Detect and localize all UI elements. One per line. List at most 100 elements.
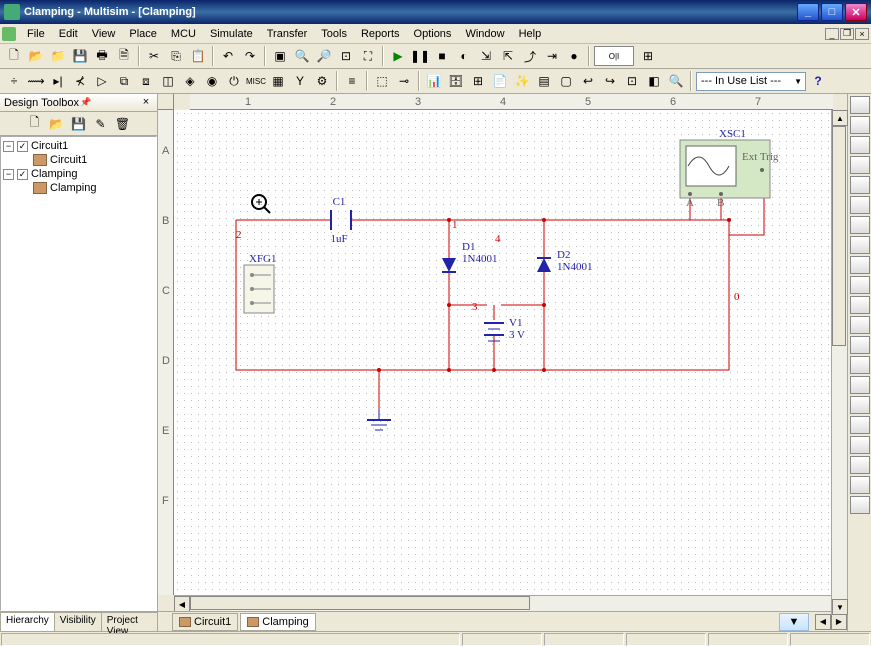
- breadboard-button[interactable]: ▤: [534, 71, 554, 91]
- full-screen-button[interactable]: ▣: [270, 46, 290, 66]
- place-misc-button[interactable]: MISC: [246, 71, 266, 91]
- new-button[interactable]: 🗋: [4, 46, 24, 66]
- place-bus-button[interactable]: ≡: [342, 71, 362, 91]
- mdi-close-button[interactable]: ×: [855, 28, 869, 40]
- save-design-button[interactable]: 💾: [69, 114, 89, 134]
- tree-node-circuit1-child[interactable]: Circuit1: [3, 153, 154, 167]
- run-button[interactable]: ▶: [388, 46, 408, 66]
- component-d2[interactable]: D2 1N4001: [537, 249, 592, 273]
- menu-place[interactable]: Place: [122, 26, 164, 42]
- tab-project-view[interactable]: Project View: [101, 612, 158, 631]
- mdi-minimize-button[interactable]: _: [825, 28, 839, 40]
- rename-button[interactable]: ✎: [91, 114, 111, 134]
- menu-tools[interactable]: Tools: [314, 26, 354, 42]
- stop-button[interactable]: ■: [432, 46, 452, 66]
- mdi-restore-button[interactable]: ❐: [840, 28, 854, 40]
- schematic-canvas[interactable]: C1 1uF D1 1N4001 D2 1: [174, 110, 847, 595]
- menu-mcu[interactable]: MCU: [164, 26, 203, 42]
- current-probe-button[interactable]: [850, 496, 870, 514]
- mcu-button[interactable]: ▢: [556, 71, 576, 91]
- place-connector-button[interactable]: ⊸: [394, 71, 414, 91]
- new-schematic-button[interactable]: 🗋: [25, 114, 45, 134]
- elvis-button[interactable]: ⊡: [622, 71, 642, 91]
- scroll-down-button[interactable]: ▼: [832, 599, 848, 615]
- place-electromech-button[interactable]: ⚙: [312, 71, 332, 91]
- simulation-switch[interactable]: O|I: [594, 46, 634, 66]
- window-minimize-button[interactable]: _: [797, 3, 819, 21]
- scroll-tabs-button[interactable]: ▼: [779, 613, 809, 631]
- distortion-analyzer-button[interactable]: [850, 316, 870, 334]
- zoom-out-button[interactable]: 🔎: [314, 46, 334, 66]
- menu-options[interactable]: Options: [407, 26, 459, 42]
- pin-icon[interactable]: 📌: [79, 97, 93, 108]
- tree-node-clamping-child[interactable]: Clamping: [3, 181, 154, 195]
- place-analog-button[interactable]: ▷: [92, 71, 112, 91]
- spreadsheet-button[interactable]: ⊞: [468, 71, 488, 91]
- place-indicator-button[interactable]: ◉: [202, 71, 222, 91]
- grapher-button[interactable]: 📊: [424, 71, 444, 91]
- circuit-schematic[interactable]: C1 1uF D1 1N4001 D2 1: [174, 110, 847, 590]
- agilent-multimeter-button[interactable]: [850, 396, 870, 414]
- save-button[interactable]: 💾: [70, 46, 90, 66]
- spectrum-analyzer-button[interactable]: [850, 336, 870, 354]
- scroll-up-button[interactable]: ▲: [832, 110, 848, 126]
- back-annotate-button[interactable]: ↩: [578, 71, 598, 91]
- tree-node-circuit1[interactable]: − ✓ Circuit1: [3, 139, 154, 153]
- place-misc-digital-button[interactable]: ◫: [158, 71, 178, 91]
- place-power-button[interactable]: ⏻: [224, 71, 244, 91]
- place-cmos-button[interactable]: ⧈: [136, 71, 156, 91]
- doctab-circuit1[interactable]: Circuit1: [172, 613, 238, 631]
- window-maximize-button[interactable]: □: [821, 3, 843, 21]
- place-transistor-button[interactable]: ⊀: [70, 71, 90, 91]
- expand-icon[interactable]: −: [3, 141, 14, 152]
- multimeter-button[interactable]: [850, 96, 870, 114]
- tree-node-clamping[interactable]: − ✓ Clamping: [3, 167, 154, 181]
- database-button[interactable]: 🗄: [446, 71, 466, 91]
- circuit-wizard-button[interactable]: ✨: [512, 71, 532, 91]
- place-source-button[interactable]: ÷: [4, 71, 24, 91]
- resize-grip[interactable]: [790, 633, 870, 646]
- menu-reports[interactable]: Reports: [354, 26, 407, 42]
- undo-button[interactable]: ↶: [218, 46, 238, 66]
- help-button[interactable]: ?: [808, 71, 828, 91]
- copy-button[interactable]: ⎘: [166, 46, 186, 66]
- component-xfg1[interactable]: XFG1: [244, 253, 277, 313]
- frequency-counter-button[interactable]: [850, 216, 870, 234]
- scroll-left-button[interactable]: ◀: [174, 596, 190, 612]
- expand-icon[interactable]: −: [3, 169, 14, 180]
- paste-button[interactable]: 📋: [188, 46, 208, 66]
- place-basic-button[interactable]: ⟿: [26, 71, 46, 91]
- zoom-in-button[interactable]: 🔍: [292, 46, 312, 66]
- design-tree[interactable]: − ✓ Circuit1 Circuit1 − ✓ Clamping Clamp…: [0, 136, 157, 611]
- netlist-button[interactable]: 📄: [490, 71, 510, 91]
- tab-hierarchy[interactable]: Hierarchy: [0, 612, 55, 631]
- open-button[interactable]: 📂: [26, 46, 46, 66]
- cut-button[interactable]: ✂: [144, 46, 164, 66]
- labview-button[interactable]: ◧: [644, 71, 664, 91]
- component-ground[interactable]: [367, 410, 391, 430]
- menu-simulate[interactable]: Simulate: [203, 26, 260, 42]
- hierarchical-block-button[interactable]: ⬚: [372, 71, 392, 91]
- tektronix-scope-button[interactable]: [850, 436, 870, 454]
- doctab-clamping[interactable]: Clamping: [240, 613, 315, 631]
- labview-instrument-button[interactable]: [850, 456, 870, 474]
- network-analyzer-button[interactable]: [850, 356, 870, 374]
- place-advanced-button[interactable]: ▦: [268, 71, 288, 91]
- place-mixed-button[interactable]: ◈: [180, 71, 200, 91]
- logic-converter-button[interactable]: [850, 276, 870, 294]
- menu-help[interactable]: Help: [512, 26, 549, 42]
- window-close-button[interactable]: ✕: [845, 3, 867, 21]
- step-into-button[interactable]: ⇲: [476, 46, 496, 66]
- menu-view[interactable]: View: [85, 26, 123, 42]
- delete-button[interactable]: 🗑: [113, 114, 133, 134]
- iv-analyzer-button[interactable]: [850, 296, 870, 314]
- checkbox[interactable]: ✓: [17, 169, 28, 180]
- menu-file[interactable]: File: [20, 26, 52, 42]
- zoom-area-button[interactable]: ⊡: [336, 46, 356, 66]
- tab-scroll-right-button[interactable]: ▶: [831, 614, 847, 630]
- close-panel-button[interactable]: ×: [139, 96, 153, 110]
- component-d1[interactable]: D1 1N4001: [442, 241, 497, 272]
- print-button[interactable]: 🖶: [92, 46, 112, 66]
- menu-edit[interactable]: Edit: [52, 26, 85, 42]
- bode-plotter-button[interactable]: [850, 196, 870, 214]
